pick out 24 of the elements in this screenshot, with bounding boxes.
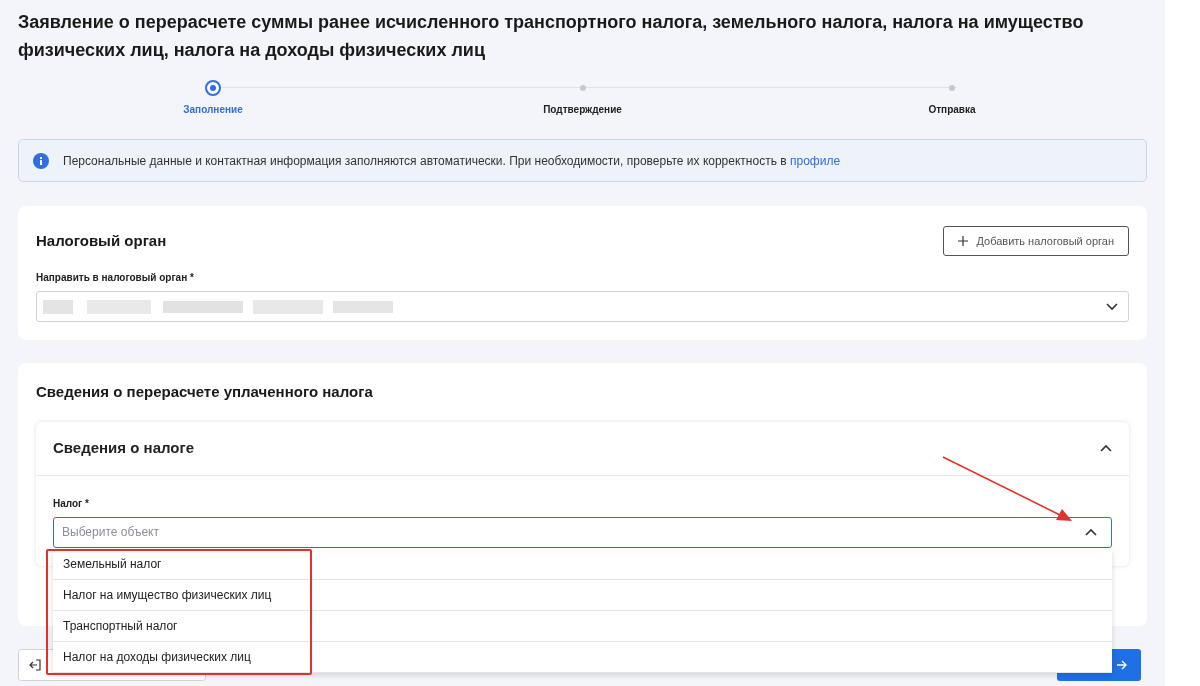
dropdown-option[interactable]: Земельный налог: [53, 548, 1112, 580]
field-label: Направить в налоговый орган *: [36, 271, 195, 285]
profile-link[interactable]: профиле: [789, 153, 841, 168]
dropdown-option[interactable]: Налог на имущество физических лиц: [53, 579, 1112, 611]
info-icon: [33, 152, 49, 169]
section-heading: Сведения о перерасчете уплаченного налога: [36, 382, 374, 402]
info-text: Персональные данные и контактная информация заполняются автоматически. При необходимости, проверьте их корректность в профиле: [63, 152, 841, 170]
step-label: Отправка: [928, 103, 976, 117]
plus-icon: [958, 236, 969, 246]
chevron-down-icon: [1106, 302, 1118, 311]
step-label: Подтверждение: [543, 103, 622, 117]
section-title: Сведения о налоге: [53, 437, 195, 458]
authority-select[interactable]: [36, 291, 1129, 322]
field-label: Налог *: [53, 496, 90, 511]
placeholder-text: Выберите объект: [62, 524, 159, 541]
dropdown-option[interactable]: Налог на доходы физических лиц: [53, 641, 1112, 673]
exit-icon: [29, 659, 41, 671]
dropdown-option[interactable]: Транспортный налог: [53, 610, 1112, 642]
section-heading: Налоговый орган: [36, 230, 167, 251]
step-label: Заполнение: [183, 103, 243, 117]
add-authority-button[interactable]: Добавить налоговый орган: [943, 226, 1129, 256]
arrow-right-icon: [1117, 660, 1127, 670]
page-title: Заявление о перерасчете суммы ранее исчисленного транспортного налога, земельного налога, налога на имущество физических лиц, налога на доходы физических лиц: [18, 11, 1085, 62]
section-header[interactable]: Сведения о налоге: [36, 421, 1129, 476]
